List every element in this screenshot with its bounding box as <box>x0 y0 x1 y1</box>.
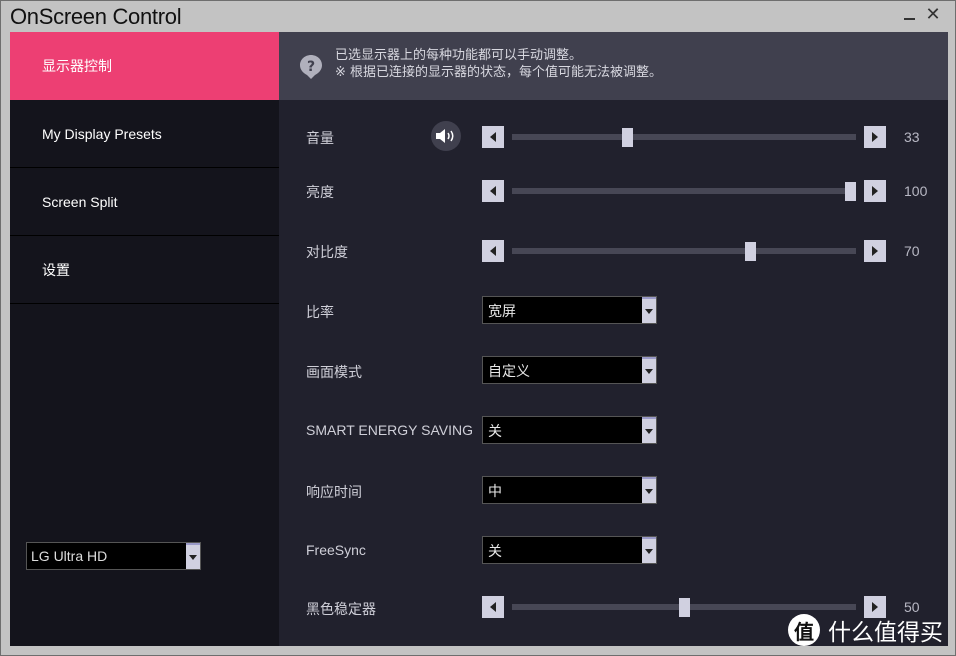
mute-button[interactable] <box>431 121 461 151</box>
volume-slider-track[interactable] <box>512 134 856 140</box>
freesync-select-value: 关 <box>488 544 502 560</box>
brightness-increase-button[interactable] <box>864 180 886 202</box>
volume-increase-button[interactable] <box>864 126 886 148</box>
black-stabilizer-label: 黑色稳定器 <box>306 601 376 617</box>
contrast-value: 70 <box>904 243 920 259</box>
chevron-down-icon[interactable] <box>642 417 656 443</box>
chevron-down-icon[interactable] <box>642 537 656 563</box>
black-stabilizer-slider-thumb[interactable] <box>678 598 690 617</box>
close-button[interactable]: ✕ <box>922 5 944 25</box>
brightness-label: 亮度 <box>306 184 334 200</box>
chevron-down-icon[interactable] <box>642 477 656 503</box>
speaker-icon <box>436 129 454 143</box>
chevron-down-icon[interactable] <box>642 357 656 383</box>
sidebar-item-my-display-presets[interactable]: My Display Presets <box>10 100 279 168</box>
contrast-decrease-button[interactable] <box>482 240 504 262</box>
picture-mode-select[interactable]: 自定义 <box>482 356 657 384</box>
window-title: OnScreen Control <box>10 4 182 29</box>
sidebar-item-screen-split[interactable]: Screen Split <box>10 168 279 236</box>
monitor-select-value: LG Ultra HD <box>31 548 108 564</box>
volume-slider-thumb[interactable] <box>621 128 633 147</box>
ratio-select-value: 宽屏 <box>488 304 516 320</box>
sidebar-item-settings[interactable]: 设置 <box>10 236 279 304</box>
sidebar-item-label: Screen Split <box>42 193 118 210</box>
volume-decrease-button[interactable] <box>482 126 504 148</box>
response-time-label: 响应时间 <box>306 484 362 500</box>
ratio-label: 比率 <box>306 304 334 320</box>
picture-mode-label: 画面模式 <box>306 364 362 380</box>
monitor-select[interactable]: LG Ultra HD <box>26 542 201 570</box>
minimize-button[interactable] <box>898 5 920 25</box>
info-banner: ? 已选显示器上的每种功能都可以手动调整。 ※ 根据已连接的显示器的状态，每个值… <box>279 32 948 100</box>
info-line-1: 已选显示器上的每种功能都可以手动调整。 <box>335 48 583 63</box>
contrast-slider-track[interactable] <box>512 248 856 254</box>
volume-value: 33 <box>904 129 920 145</box>
sidebar: 显示器控制 My Display Presets Screen Split 设置… <box>10 32 279 646</box>
contrast-slider-thumb[interactable] <box>745 242 757 261</box>
smart-energy-saving-select-value: 关 <box>488 424 502 440</box>
chevron-down-icon[interactable] <box>642 297 656 323</box>
freesync-select[interactable]: 关 <box>482 536 657 564</box>
watermark-logo-icon: 值 <box>788 614 820 646</box>
response-time-select-value: 中 <box>488 484 502 500</box>
sidebar-item-label: 设置 <box>42 261 70 278</box>
chevron-down-icon[interactable] <box>186 543 200 569</box>
app-window: OnScreen Control ✕ 显示器控制 My Display Pres… <box>0 0 956 656</box>
close-icon: ✕ <box>925 4 941 25</box>
info-line-2: ※ 根据已连接的显示器的状态，每个值可能无法被调整。 <box>335 65 663 80</box>
svg-text:?: ? <box>307 59 315 75</box>
title-bar[interactable]: OnScreen Control ✕ <box>1 1 956 32</box>
brightness-value: 100 <box>904 183 928 199</box>
sidebar-item-label: My Display Presets <box>42 125 162 142</box>
minimize-icon <box>903 18 915 20</box>
watermark: 值 什么值得买 <box>788 613 943 647</box>
smart-energy-saving-label: SMART ENERGY SAVING <box>306 422 474 438</box>
info-text: 已选显示器上的每种功能都可以手动调整。 ※ 根据已连接的显示器的状态，每个值可能… <box>335 47 662 81</box>
brightness-decrease-button[interactable] <box>482 180 504 202</box>
display-control-panel: 音量 33 亮度 100 对比度 70 比率 宽屏 画面模式 自定义 SMART… <box>279 100 948 646</box>
brightness-slider-track[interactable] <box>512 188 856 194</box>
watermark-text: 什么值得买 <box>828 620 943 646</box>
volume-label: 音量 <box>306 130 334 146</box>
sidebar-item-label: 显示器控制 <box>42 58 112 74</box>
response-time-select[interactable]: 中 <box>482 476 657 504</box>
picture-mode-select-value: 自定义 <box>488 364 530 380</box>
brightness-slider-thumb[interactable] <box>845 182 856 201</box>
help-icon: ? <box>300 55 322 79</box>
ratio-select[interactable]: 宽屏 <box>482 296 657 324</box>
contrast-increase-button[interactable] <box>864 240 886 262</box>
freesync-label: FreeSync <box>306 542 366 558</box>
smart-energy-saving-select[interactable]: 关 <box>482 416 657 444</box>
black-stabilizer-decrease-button[interactable] <box>482 596 504 618</box>
contrast-label: 对比度 <box>306 244 348 260</box>
sidebar-item-display-control[interactable]: 显示器控制 <box>10 32 279 100</box>
